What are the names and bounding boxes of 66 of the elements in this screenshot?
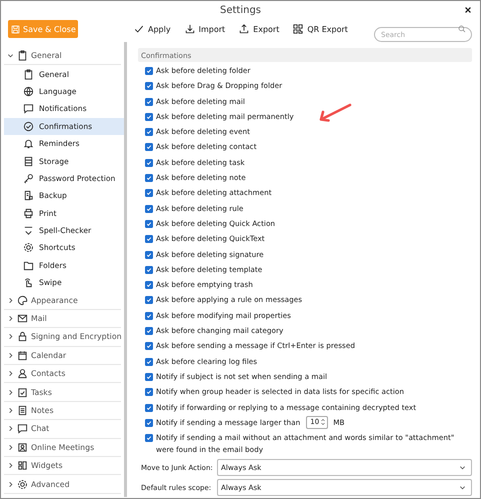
chevron-down-icon [459, 484, 466, 492]
window-title: Settings [220, 4, 261, 16]
item-icon [23, 103, 34, 114]
qr-code-icon [293, 24, 304, 34]
item-icon [23, 172, 34, 184]
checkbox[interactable] [145, 67, 153, 75]
item-icon [23, 120, 34, 132]
checkbox[interactable] [145, 158, 153, 167]
toolbar-button[interactable]: Import [184, 24, 226, 34]
item-icon [23, 68, 34, 80]
group-icon [17, 460, 28, 472]
group-icon [17, 331, 28, 342]
group-icon [17, 405, 28, 416]
item-icon [23, 260, 34, 271]
item-icon [23, 86, 34, 97]
checkbox[interactable] [145, 327, 153, 336]
group-icon [17, 50, 28, 62]
checkbox[interactable] [145, 358, 153, 366]
toolbar-button[interactable]: Export [239, 24, 280, 34]
checkbox[interactable] [145, 143, 153, 152]
group-icon [17, 386, 28, 398]
checkbox[interactable] [145, 312, 153, 320]
search-icon [458, 25, 466, 33]
spinner-arrows-icon[interactable] [320, 417, 326, 428]
checkbox[interactable] [145, 418, 153, 427]
item-icon [23, 156, 34, 167]
checkbox[interactable] [145, 372, 153, 381]
checkbox[interactable] [145, 82, 153, 90]
checkbox[interactable] [145, 98, 153, 106]
close-icon[interactable] [464, 6, 472, 14]
group-icon [17, 350, 28, 361]
group-icon [17, 423, 28, 434]
group-icon [17, 294, 28, 306]
checkbox[interactable] [145, 235, 153, 244]
checkbox[interactable] [145, 281, 153, 290]
item-icon [23, 138, 34, 150]
item-icon [23, 242, 34, 254]
checkbox[interactable] [145, 174, 153, 182]
arrow-annotation [318, 103, 352, 125]
check-icon [134, 24, 144, 34]
checkbox[interactable] [145, 342, 153, 350]
chevron-down-icon [459, 464, 466, 472]
checkbox[interactable] [145, 204, 153, 213]
checkbox[interactable] [145, 220, 153, 228]
checkbox[interactable] [145, 112, 153, 121]
group-icon [17, 442, 28, 453]
checkbox[interactable] [145, 404, 153, 412]
item-icon [23, 190, 34, 202]
download-icon [184, 24, 195, 34]
checkbox[interactable] [145, 388, 153, 396]
checkbox[interactable] [145, 434, 153, 442]
group-icon [17, 313, 28, 324]
item-icon [23, 277, 34, 288]
toolbar-button[interactable]: Apply [134, 24, 171, 34]
item-icon [23, 225, 34, 236]
checkbox[interactable] [145, 189, 153, 198]
item-icon [23, 208, 34, 219]
upload-icon [239, 24, 250, 34]
checkbox[interactable] [145, 250, 153, 259]
save-icon [11, 24, 20, 34]
group-icon [17, 478, 28, 490]
checkbox[interactable] [145, 128, 153, 136]
toolbar-button[interactable]: QR Export [293, 24, 348, 34]
checkbox[interactable] [145, 266, 153, 274]
checkbox[interactable] [145, 296, 153, 304]
group-icon [17, 368, 28, 380]
